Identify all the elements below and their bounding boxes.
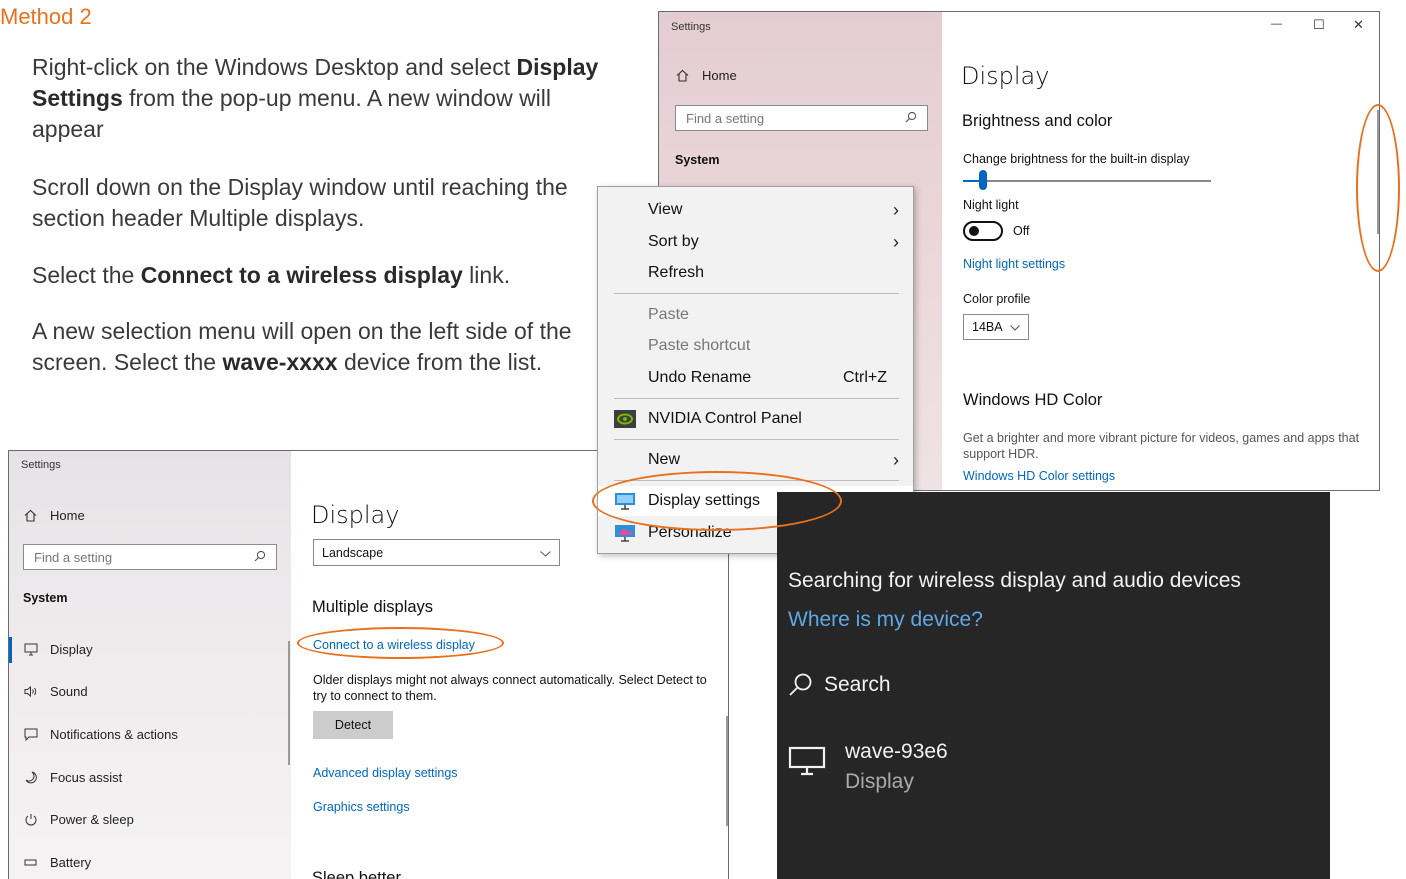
section-multiple-displays: Multiple displays [312,598,434,616]
highlight-display-settings [592,471,842,531]
brightness-slider-track[interactable] [963,180,1211,182]
method-title: Method 2 [0,4,92,29]
find-setting-input[interactable]: Find a setting [23,544,277,570]
menu-separator [614,398,899,399]
step-1: .Right-click on the Windows Desktop and … [0,54,599,142]
advanced-display-settings-link[interactable]: Advanced display settings [313,766,458,780]
menu-separator [614,293,899,294]
monitor-icon [24,643,50,656]
system-label: System [675,153,720,167]
where-is-my-device-link[interactable]: Where is my device? [788,608,983,632]
detect-button[interactable]: Detect [313,711,393,739]
section-sleep-better: Sleep better [312,869,401,879]
personalize-icon [614,524,636,542]
active-nav-indicator [9,637,12,663]
chevron-down-icon [540,546,551,560]
home-nav[interactable]: Home [24,508,85,523]
night-light-label: Night light [963,198,1019,212]
sidebar-item-display[interactable]: Display [24,642,93,657]
chevron-right-icon: › [893,199,899,220]
color-profile-dropdown[interactable]: 14BA [963,314,1029,340]
search-icon [788,672,814,698]
chevron-right-icon: › [893,449,899,470]
moon-icon [24,771,50,784]
notification-icon [24,728,50,741]
sidebar-item-focus-assist[interactable]: Focus assist [24,770,122,785]
step-3: .Select the Connect to a wireless displa… [0,262,511,288]
graphics-settings-link[interactable]: Graphics settings [313,800,410,814]
older-displays-description: Older displays might not always connect … [313,673,707,703]
window-title: Settings [21,459,61,471]
device-search[interactable]: Search [788,672,891,698]
section-brightness: Brightness and color [962,112,1113,130]
hd-color-description: Get a brighter and more vibrant picture … [963,431,1360,461]
sidebar-item-power-sleep[interactable]: Power & sleep [24,812,134,827]
power-icon [24,813,50,826]
night-light-state: Off [1013,224,1030,238]
brightness-slider-thumb[interactable] [978,170,987,190]
page-title: Display [311,501,400,529]
sidebar-item-notifications[interactable]: Notifications & actions [24,727,178,742]
close-button[interactable]: ✕ [1353,17,1364,33]
page-title: Display [961,62,1050,90]
brightness-label: Change brightness for the built-in displ… [963,152,1190,166]
content-scrollbar[interactable] [726,716,728,826]
sidebar-item-battery[interactable]: Battery [24,855,91,870]
find-setting-input[interactable]: Find a setting [675,105,928,131]
hd-color-settings-link[interactable]: Windows HD Color settings [963,469,1115,483]
minimize-button[interactable]: — [1271,18,1282,30]
scrollbar[interactable] [288,641,290,765]
maximize-button[interactable]: ☐ [1313,17,1325,33]
orientation-dropdown[interactable]: Landscape [313,539,560,566]
search-icon [905,111,917,126]
highlight-wireless-link [297,627,504,659]
menu-item-new[interactable]: New › [598,445,913,475]
menu-item-refresh[interactable]: Refresh [598,258,913,288]
monitor-icon [788,746,826,781]
device-name: wave-93e6 [845,740,948,763]
highlight-scrollbar [1356,104,1400,272]
night-light-settings-link[interactable]: Night light settings [963,257,1065,271]
search-icon [254,550,266,565]
sidebar-item-sound[interactable]: Sound [24,684,88,699]
system-label: System [23,591,68,605]
wireless-display-panel: Searching for wireless display and audio… [777,492,1330,879]
home-nav[interactable]: Home [676,68,737,83]
menu-item-sort-by[interactable]: Sort by › [598,227,913,257]
section-hd-color: Windows HD Color [963,391,1103,409]
device-type: Display [845,770,914,793]
step-4: .A new selection menu will open on the l… [0,318,572,375]
window-title: Settings [671,21,711,33]
chevron-down-icon [1010,320,1020,334]
night-light-toggle[interactable] [963,221,1003,241]
home-icon [676,69,702,82]
searching-status: Searching for wireless display and audio… [788,569,1241,592]
color-profile-label: Color profile [963,292,1031,306]
menu-separator [614,439,899,440]
speaker-icon [24,685,50,698]
home-icon [24,509,50,522]
shortcut-label: Ctrl+Z [843,369,887,386]
nvidia-icon [614,410,636,428]
step-2: .Scroll down on the Display window until… [0,174,568,231]
chevron-right-icon: › [893,231,899,252]
menu-item-paste-shortcut[interactable]: Paste shortcut [598,331,913,361]
menu-item-paste[interactable]: Paste [598,300,913,330]
battery-icon [24,856,50,869]
menu-item-nvidia-control-panel[interactable]: NVIDIA Control Panel [598,404,913,434]
menu-item-view[interactable]: View › [598,195,913,225]
menu-item-undo-rename[interactable]: Undo Rename Ctrl+Z [598,363,913,393]
